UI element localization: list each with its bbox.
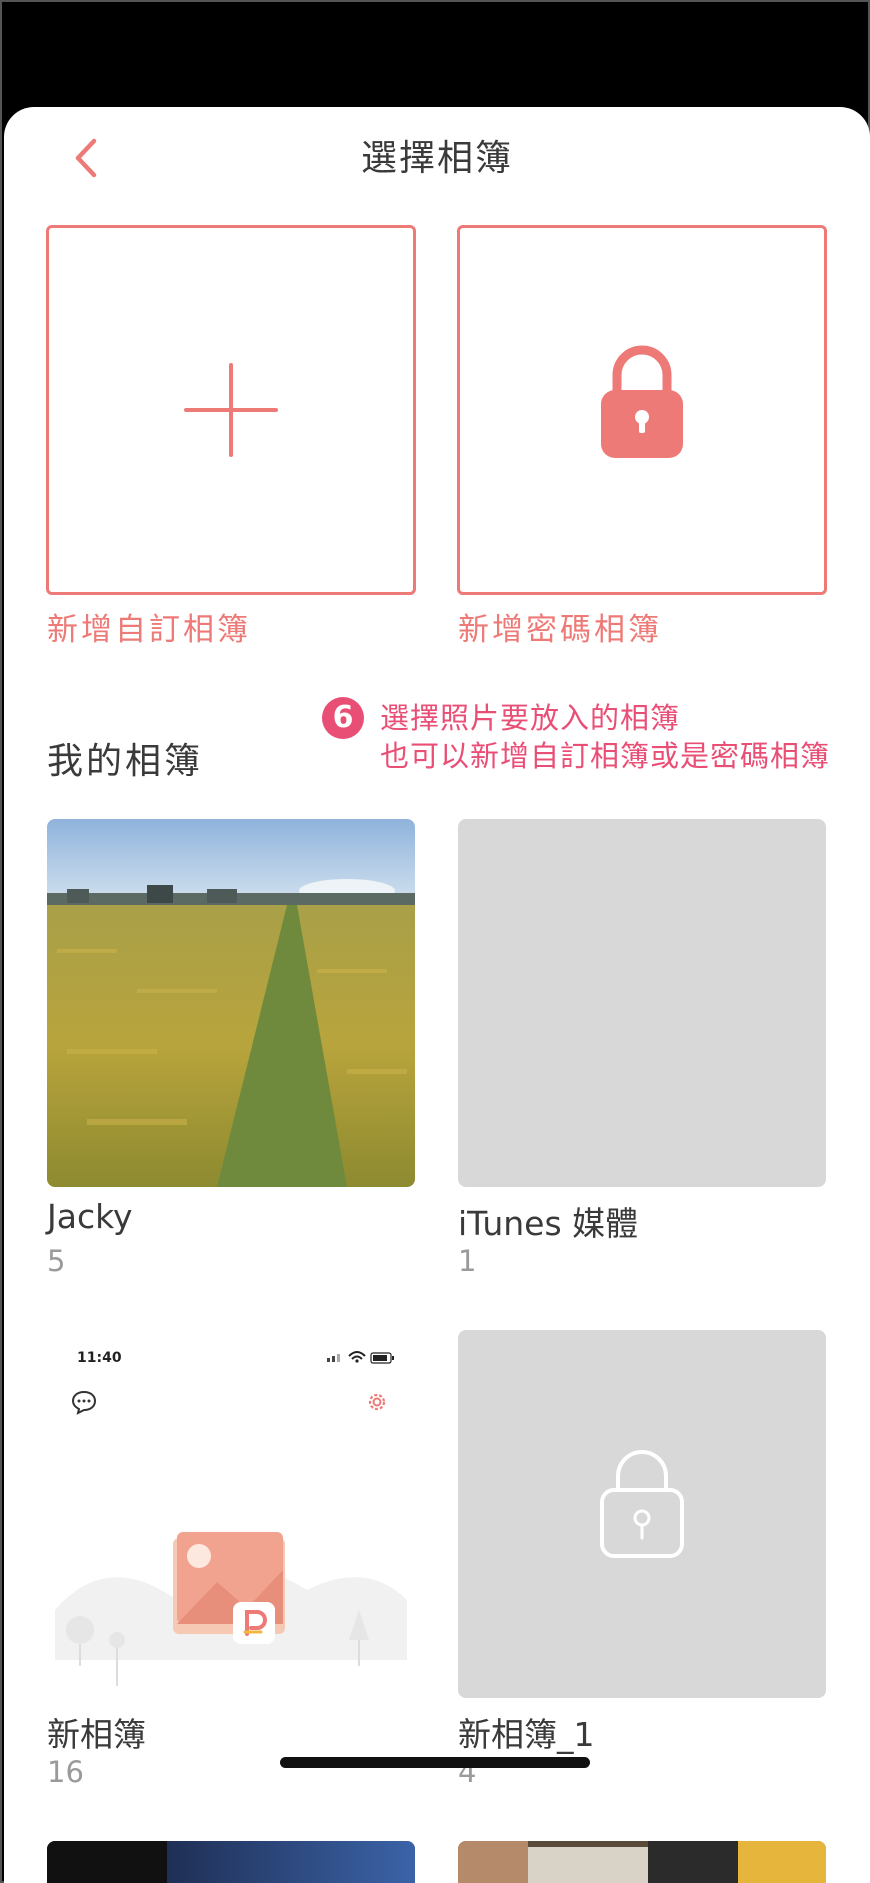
chat-icon xyxy=(71,1390,97,1415)
step-badge: 6 xyxy=(322,697,364,739)
album-count: 16 xyxy=(47,1755,84,1789)
lock-icon xyxy=(601,345,683,458)
add-password-album-button[interactable] xyxy=(457,225,827,595)
my-albums-heading: 我的相簿 xyxy=(47,741,204,782)
album-name: iTunes 媒體 xyxy=(458,1204,639,1243)
album-next-thumbnail[interactable] xyxy=(458,1841,826,1883)
add-password-album-label: 新增密碼相簿 xyxy=(458,612,662,648)
album-new-thumbnail[interactable]: 11:40 xyxy=(47,1330,415,1698)
album-jacky-thumbnail[interactable] xyxy=(47,819,415,1187)
album-next-thumbnail[interactable] xyxy=(47,1841,415,1883)
album-itunes-thumbnail[interactable] xyxy=(458,819,826,1187)
app-illustration xyxy=(55,1532,407,1686)
rice-field-photo xyxy=(47,819,415,1187)
annotation-line-1: 選擇照片要放入的相簿 xyxy=(380,701,681,735)
album-count: 5 xyxy=(47,1244,66,1278)
home-indicator xyxy=(280,1757,590,1768)
album-count: 1 xyxy=(458,1244,477,1278)
album-new-1-thumbnail[interactable] xyxy=(458,1330,826,1698)
album-name: 新相簿_1 xyxy=(458,1715,595,1754)
status-icons xyxy=(327,1351,394,1364)
annotation-line-2: 也可以新增自訂相簿或是密碼相簿 xyxy=(380,739,831,773)
add-custom-album-button[interactable] xyxy=(46,225,416,595)
status-time: 11:40 xyxy=(77,1350,122,1366)
lock-outline-icon xyxy=(600,1450,684,1558)
album-name: Jacky xyxy=(47,1197,133,1236)
nav-bar: 選擇相簿 xyxy=(4,107,870,207)
album-name: 新相簿 xyxy=(47,1715,146,1754)
add-custom-album-label: 新增自訂相簿 xyxy=(47,612,251,648)
album-picker-sheet: 選擇相簿 新增自訂相簿 新增密碼相簿 我的相簿 6 選擇照片要放入的相簿 也可以… xyxy=(4,107,870,1883)
device-frame: 選擇相簿 新增自訂相簿 新增密碼相簿 我的相簿 6 選擇照片要放入的相簿 也可以… xyxy=(0,0,870,1883)
page-title: 選擇相簿 xyxy=(360,138,513,179)
plus-icon xyxy=(184,363,278,457)
gear-icon xyxy=(368,1393,386,1411)
